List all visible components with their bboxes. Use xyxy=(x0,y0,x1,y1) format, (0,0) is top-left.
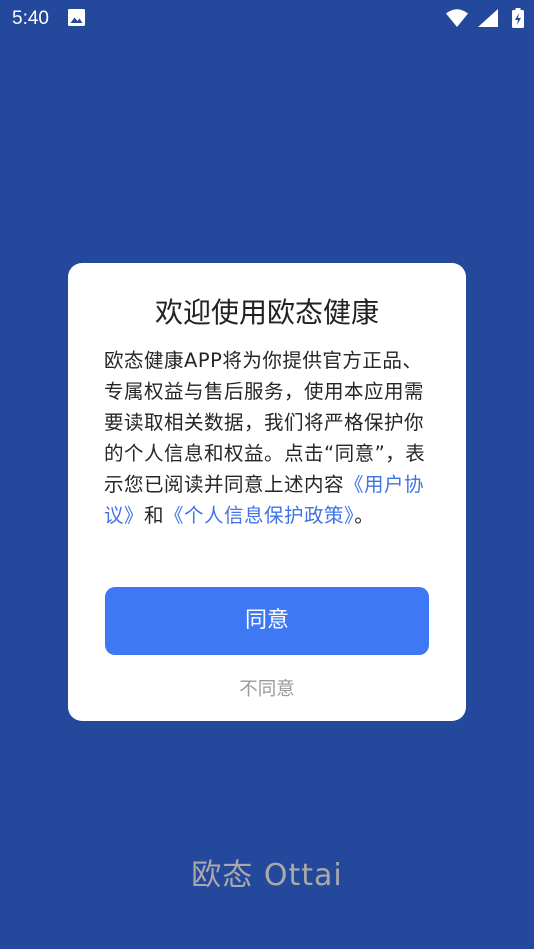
agree-button[interactable]: 同意 xyxy=(105,587,429,655)
screen: 5:40 欢迎使用欧态健康 欧态健康APP将为你提供官方正品、专属权益与售后服务… xyxy=(0,0,534,949)
image-icon xyxy=(68,9,85,26)
wifi-icon xyxy=(446,9,468,27)
connector-text: 和 xyxy=(144,504,165,527)
status-bar: 5:40 xyxy=(0,0,534,36)
dialog-body: 欧态健康APP将为你提供官方正品、专属权益与售后服务，使用本应用需要读取相关数据… xyxy=(104,345,426,531)
body-ending: 。 xyxy=(354,504,375,527)
signal-icon xyxy=(478,9,498,27)
dialog-title: 欢迎使用欧态健康 xyxy=(154,296,379,329)
disagree-button[interactable]: 不同意 xyxy=(68,676,466,704)
ottai-logo: 欧态 Ottai xyxy=(191,858,343,893)
privacy-consent-dialog: 欢迎使用欧态健康 欧态健康APP将为你提供官方正品、专属权益与售后服务，使用本应… xyxy=(68,263,466,721)
battery-icon xyxy=(512,8,524,28)
status-time: 5:40 xyxy=(12,8,49,29)
privacy-policy-link[interactable]: 《个人信息保护政策》 xyxy=(164,504,354,527)
